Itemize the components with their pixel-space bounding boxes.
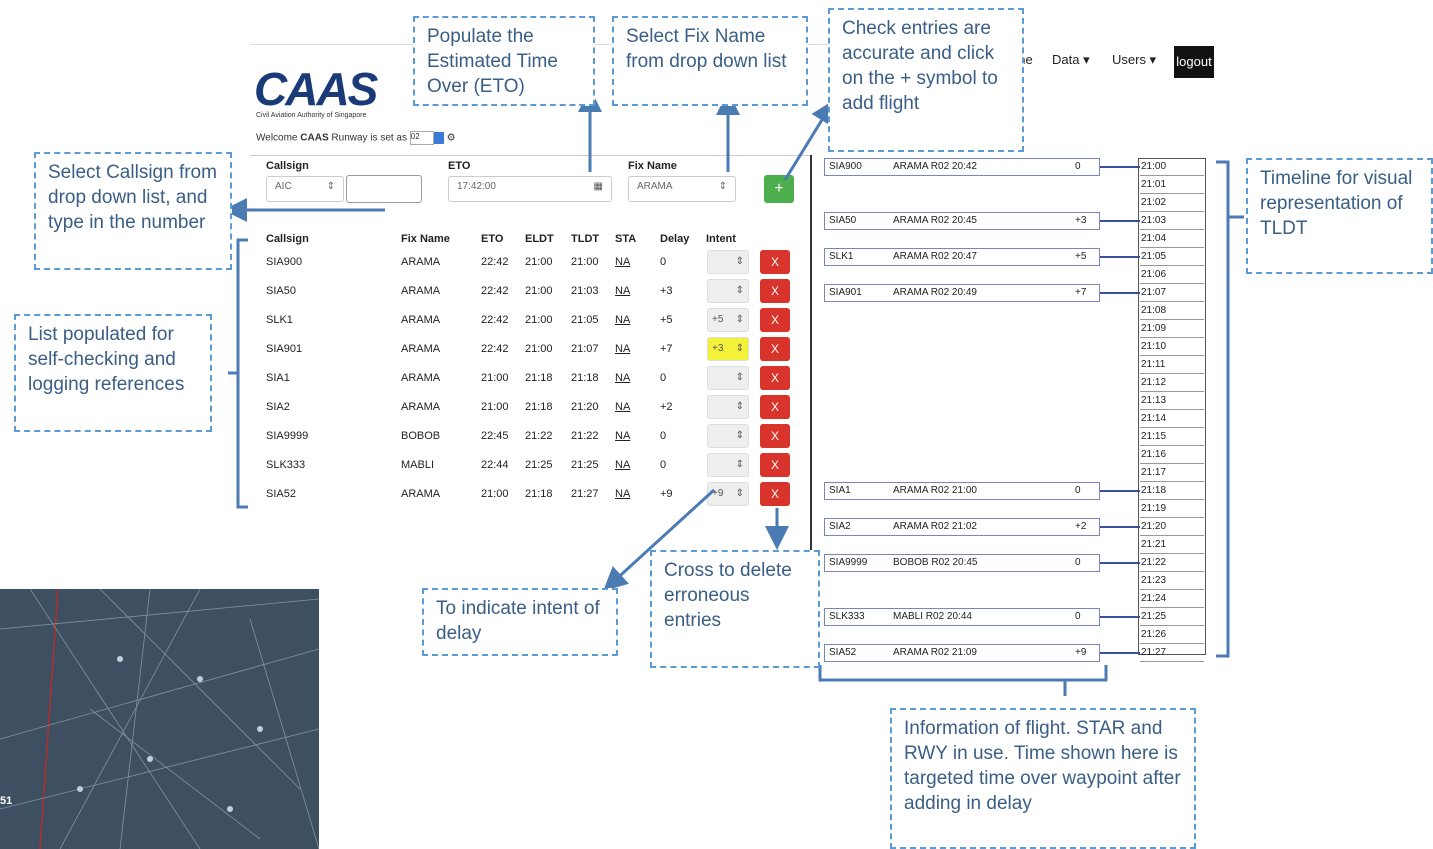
callout-eto: Populate the Estimated Time Over (ETO) xyxy=(413,16,595,106)
callout-fix-name: Select Fix Name from drop down list xyxy=(612,16,808,106)
callout-flight-info: Information of flight. STAR and RWY in u… xyxy=(890,708,1196,849)
callout-intent: To indicate intent of delay xyxy=(422,588,618,656)
callout-check-entries: Check entries are accurate and click on … xyxy=(828,8,1024,152)
callout-timeline: Timeline for visual representation of TL… xyxy=(1246,158,1433,274)
callout-cross: Cross to delete erroneous entries xyxy=(650,550,820,668)
callout-list: List populated for self-checking and log… xyxy=(14,314,212,432)
annotation-arrows xyxy=(223,88,1244,696)
callout-callsign: Select Callsign from drop down list, and… xyxy=(34,152,232,270)
